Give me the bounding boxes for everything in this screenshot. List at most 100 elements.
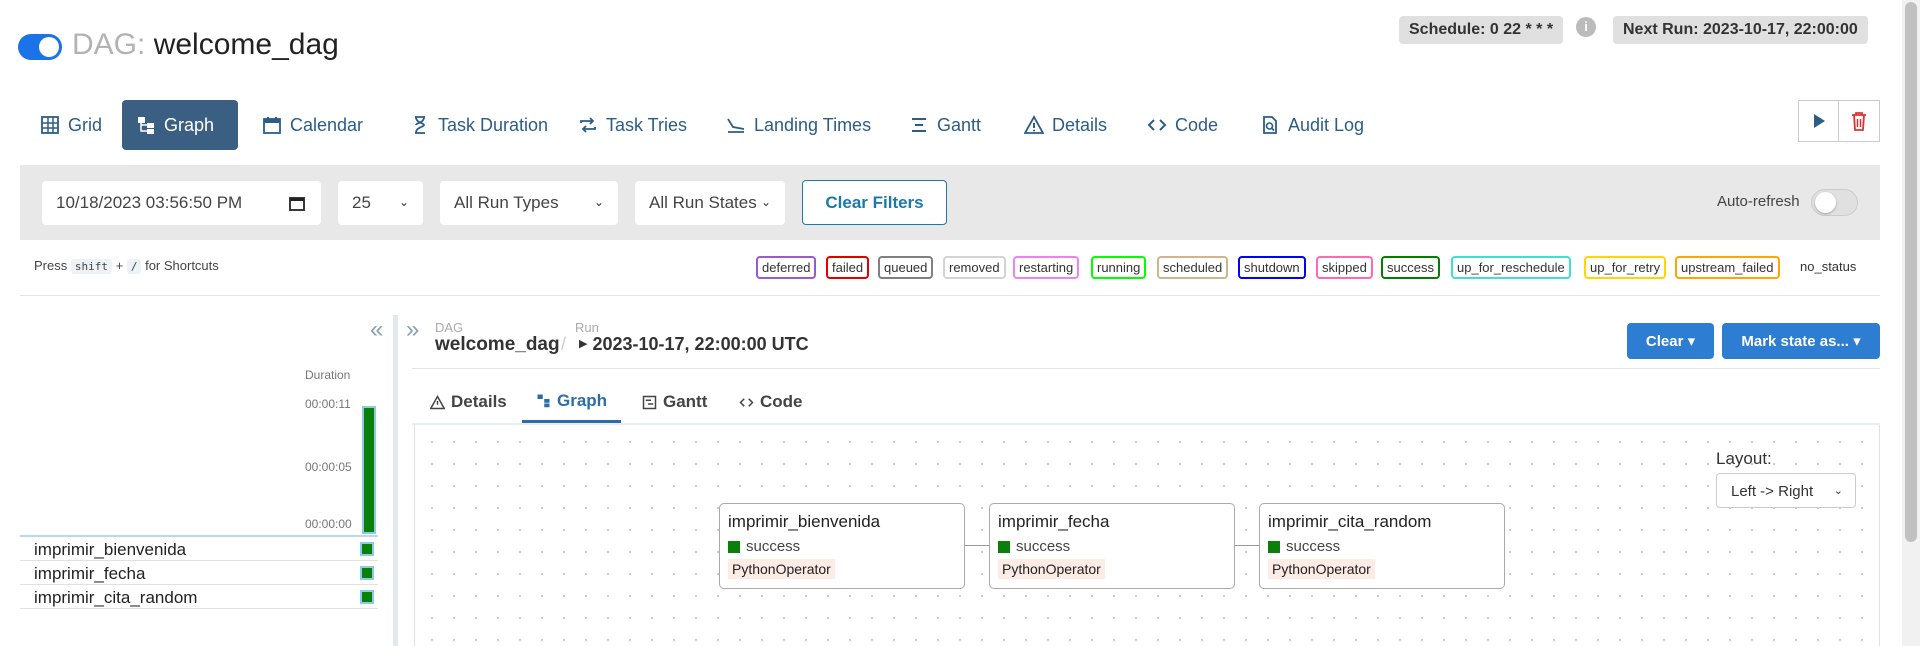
duration-tick: 00:00:05: [305, 460, 352, 474]
layout-select[interactable]: Left -> Right ⌄: [1716, 473, 1856, 508]
task-instance-status[interactable]: [360, 566, 374, 580]
num-runs-select[interactable]: 25 ⌄: [338, 181, 423, 225]
mark-state-button[interactable]: Mark state as... ▾: [1722, 323, 1880, 359]
legend-upstream-failed[interactable]: upstream_failed: [1675, 256, 1780, 279]
scrollbar-thumb[interactable]: [1905, 2, 1917, 542]
breadcrumb-run[interactable]: ▶ 2023-10-17, 22:00:00 UTC: [579, 334, 809, 355]
tab-task-duration-label: Task Duration: [438, 114, 549, 135]
task-node-status-text: success: [1286, 538, 1341, 555]
task-name: imprimir_fecha: [34, 564, 146, 583]
task-node[interactable]: imprimir_bienvenida success PythonOperat…: [719, 503, 965, 589]
run-types-select[interactable]: All Run Types ⌄: [440, 181, 618, 225]
legend-success[interactable]: success: [1381, 256, 1440, 279]
tab-code-label: Code: [1175, 114, 1219, 135]
legend-up-for-reschedule[interactable]: up_for_reschedule: [1451, 256, 1571, 279]
duration-label: Duration: [305, 368, 351, 382]
run-states-select[interactable]: All Run States ⌄: [635, 181, 785, 225]
subtab-details-label: Details: [451, 392, 507, 411]
task-node-name: imprimir_fecha: [998, 512, 1110, 531]
legend-deferred[interactable]: deferred: [756, 256, 817, 279]
dag-title-name: welcome_dag: [153, 28, 339, 61]
breadcrumb-run-value: 2023-10-17, 22:00:00 UTC: [592, 334, 809, 354]
task-row[interactable]: imprimir_fecha: [20, 562, 378, 585]
gantt-icon: [642, 395, 657, 409]
expand-panel-icon[interactable]: »: [406, 316, 419, 344]
clear-filters-button[interactable]: Clear Filters: [802, 180, 947, 225]
legend-removed[interactable]: removed: [943, 256, 1006, 279]
shortcuts-suffix: for Shortcuts: [145, 258, 219, 273]
legend-no-status: no_status: [1800, 259, 1857, 274]
warning-triangle-icon: [430, 394, 445, 409]
task-instance-status[interactable]: [360, 590, 374, 604]
delete-dag-button[interactable]: [1838, 100, 1880, 142]
tab-grid[interactable]: Grid: [26, 100, 116, 150]
breadcrumb-dag-label: DAG: [435, 320, 464, 335]
breadcrumb-dag[interactable]: welcome_dag: [435, 334, 560, 356]
divider: [412, 368, 1880, 369]
legend-scheduled[interactable]: scheduled: [1157, 256, 1229, 279]
panel-resize-handle[interactable]: [393, 315, 398, 646]
shift-key: shift: [70, 259, 112, 274]
tab-audit-log[interactable]: Audit Log: [1246, 100, 1378, 150]
subtab-gantt[interactable]: Gantt: [642, 381, 707, 423]
plane-landing-icon: [727, 118, 745, 133]
legend-failed[interactable]: failed: [826, 256, 870, 279]
info-icon[interactable]: i: [1576, 17, 1596, 37]
tab-details[interactable]: Details: [1010, 100, 1121, 150]
play-icon: [1814, 114, 1825, 128]
shortcuts-press-text: Press: [34, 258, 68, 273]
auto-refresh-toggle[interactable]: [1811, 189, 1858, 216]
dag-pause-toggle[interactable]: [18, 34, 62, 60]
legend-running[interactable]: running: [1091, 256, 1147, 279]
legend-queued[interactable]: queued: [878, 256, 934, 279]
tab-gantt[interactable]: Gantt: [895, 100, 995, 150]
tab-calendar-label: Calendar: [290, 114, 364, 135]
tab-graph[interactable]: Graph: [122, 100, 238, 150]
trash-icon: [1852, 112, 1866, 131]
date-filter-value: 10/18/2023 03:56:50 PM: [56, 193, 243, 212]
run-duration-bar[interactable]: [362, 406, 376, 534]
breadcrumb-run-label: Run: [575, 320, 599, 335]
subtab-code-label: Code: [760, 392, 803, 411]
legend-skipped[interactable]: skipped: [1316, 256, 1373, 279]
task-node-status: success: [728, 538, 956, 555]
num-runs-value: 25: [352, 193, 371, 212]
run-types-value: All Run Types: [454, 193, 559, 212]
hourglass-icon: [415, 116, 425, 134]
tab-audit-log-label: Audit Log: [1288, 114, 1365, 135]
shortcuts-hint: Press shift + / for Shortcuts: [34, 258, 219, 274]
clear-button[interactable]: Clear ▾: [1627, 323, 1714, 359]
trigger-dag-button[interactable]: [1798, 100, 1840, 142]
layout-value: Left -> Right: [1731, 483, 1814, 500]
date-filter-input[interactable]: 10/18/2023 03:56:50 PM: [42, 181, 321, 225]
subtab-details[interactable]: Details: [430, 381, 507, 423]
legend-up-for-retry[interactable]: up_for_retry: [1584, 256, 1667, 279]
success-status-icon: [728, 540, 740, 553]
task-node[interactable]: imprimir_fecha success PythonOperator: [989, 503, 1235, 589]
subtab-graph[interactable]: Graph: [522, 381, 622, 423]
page-scrollbar[interactable]: [1902, 0, 1920, 646]
task-instance-status[interactable]: [360, 542, 374, 556]
retry-icon: [580, 117, 596, 133]
tab-landing-times[interactable]: Landing Times: [712, 100, 885, 150]
legend-restarting[interactable]: restarting: [1013, 256, 1080, 279]
tab-calendar[interactable]: Calendar: [248, 100, 377, 150]
task-node[interactable]: imprimir_cita_random success PythonOpera…: [1259, 503, 1505, 589]
subtab-code[interactable]: Code: [739, 381, 803, 423]
tab-code[interactable]: Code: [1133, 100, 1232, 150]
collapse-grid-icon[interactable]: «: [370, 316, 383, 344]
task-node-operator: PythonOperator: [728, 559, 835, 579]
tab-task-duration[interactable]: Task Duration: [396, 100, 562, 150]
grid-divider: [20, 535, 378, 537]
task-node-name: imprimir_bienvenida: [728, 512, 881, 531]
task-node-status-text: success: [746, 538, 801, 555]
legend-shutdown[interactable]: shutdown: [1238, 256, 1306, 279]
chevron-down-icon: ⌄: [398, 195, 409, 209]
task-row[interactable]: imprimir_bienvenida: [20, 538, 378, 561]
calendar-picker-icon[interactable]: [289, 195, 305, 211]
duration-tick: 00:00:00: [305, 517, 352, 531]
task-row[interactable]: imprimir_cita_random: [20, 586, 378, 609]
tab-gantt-label: Gantt: [937, 114, 982, 135]
tab-task-tries[interactable]: Task Tries: [564, 100, 701, 150]
task-node-operator: PythonOperator: [1268, 559, 1375, 579]
